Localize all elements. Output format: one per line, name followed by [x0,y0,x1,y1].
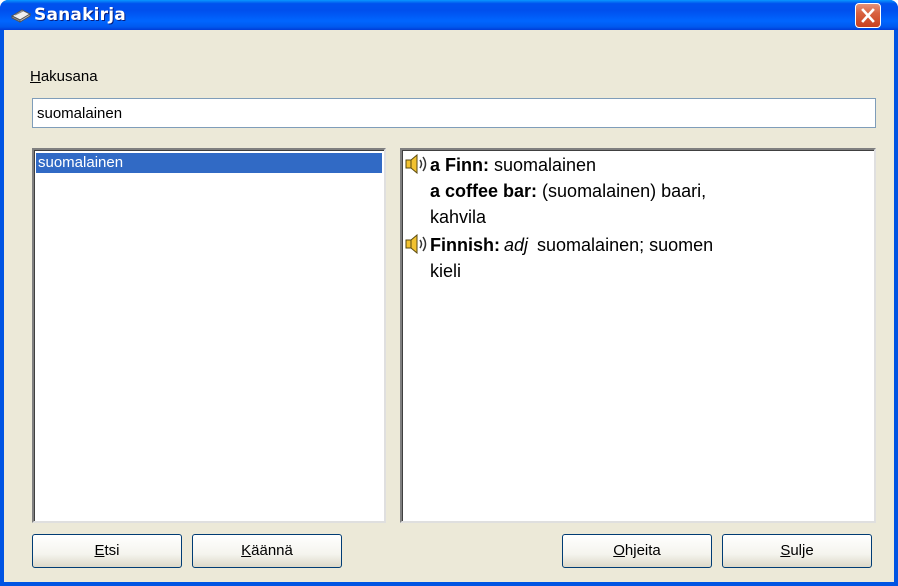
translation-pane: a Finn: suomalainen a coffee bar: (suoma… [400,148,876,523]
window-title: Sanakirja [34,5,126,25]
dictionary-book-icon [10,6,32,24]
search-label-rest: akusana [40,68,98,85]
list-item[interactable]: suomalainen [36,153,382,173]
dictionary-window: Sanakirja Hakusana suomalainen suomalain… [0,0,898,586]
headword: a Finn: [430,155,489,175]
etsi-button[interactable]: Etsi [32,534,182,568]
ohjeita-accel: O [613,542,625,559]
speaker-icon[interactable] [404,153,430,175]
speaker-icon[interactable] [404,233,430,255]
dialog-body: Hakusana suomalainen a Finn: suomalainen… [4,30,894,582]
word-list[interactable]: suomalainen [32,148,386,523]
close-button[interactable] [855,3,881,28]
translation: (suomalainen) baari, [537,181,707,201]
translation: suomalainen; suomen [532,235,714,255]
title-bar[interactable]: Sanakirja [0,0,898,30]
entry-coffee-bar: a coffee bar: (suomalainen) baari, [430,178,706,204]
entry-continuation: kahvila [430,207,487,227]
search-label-accel: H [30,68,41,85]
search-input[interactable] [32,98,876,128]
translation: suomalainen [489,155,597,175]
etsi-accel: E [94,542,105,559]
sulje-button[interactable]: Sulje [722,534,872,568]
entry-continuation: kieli [430,261,462,281]
entry-finnish: Finnish: adj suomalainen; suomen [404,232,713,258]
ohjeita-button[interactable]: Ohjeita [562,534,712,568]
kaanna-button[interactable]: Käännä [192,534,342,568]
kaanna-rest: äännä [251,542,293,559]
kaanna-accel: K [241,542,252,559]
search-label: Hakusana [30,68,98,85]
headword: Finnish: [430,235,500,255]
ohjeita-rest: hjeita [624,542,661,559]
part-of-speech: adj [504,235,529,255]
entry-finn: a Finn: suomalainen [404,152,596,178]
sulje-rest: ulje [790,542,814,559]
headword: a coffee bar: [430,181,538,201]
sulje-accel: S [780,542,791,559]
etsi-rest: tsi [104,542,120,559]
close-x-icon [861,8,875,23]
